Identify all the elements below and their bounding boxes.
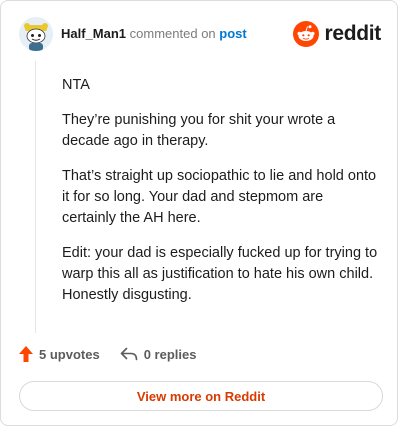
username[interactable]: Half_Man1 — [61, 26, 126, 41]
comment-actions: 5 upvotes 0 replies — [19, 346, 196, 362]
comment-paragraph: That’s straight up sociopathic to lie an… — [62, 168, 377, 226]
avatar-snoo-icon — [19, 17, 53, 51]
avatar[interactable] — [19, 17, 53, 51]
comment-body: NTA They’re punishing you for shit your … — [62, 75, 380, 320]
comment-paragraph: Edit: your dad is especially fucked up f… — [62, 245, 378, 303]
upvote-arrow-icon — [19, 346, 33, 362]
comment-paragraph: They’re punishing you for shit your wrot… — [62, 112, 336, 149]
reddit-snoo-icon — [293, 21, 320, 47]
post-link[interactable]: post — [219, 26, 246, 41]
reply-button[interactable]: 0 replies — [120, 346, 197, 362]
view-more-on-reddit-button[interactable]: View more on Reddit — [19, 381, 383, 411]
upvote-count: 5 upvotes — [39, 346, 100, 362]
comment-card: Half_Man1 commented on post reddit NTA T… — [0, 0, 398, 426]
reddit-logo[interactable]: reddit — [293, 21, 381, 47]
reply-count: 0 replies — [143, 346, 197, 362]
commented-on-text: commented on — [129, 26, 216, 41]
comment-header: Half_Man1 commented on post reddit — [19, 17, 381, 51]
comment-paragraph: NTA — [62, 77, 90, 93]
upvote-button[interactable]: 5 upvotes — [19, 346, 100, 362]
thread-line — [35, 61, 36, 333]
reddit-wordmark: reddit — [324, 22, 381, 45]
reply-icon — [120, 347, 137, 361]
comment-meta: Half_Man1 commented on post — [61, 26, 247, 42]
